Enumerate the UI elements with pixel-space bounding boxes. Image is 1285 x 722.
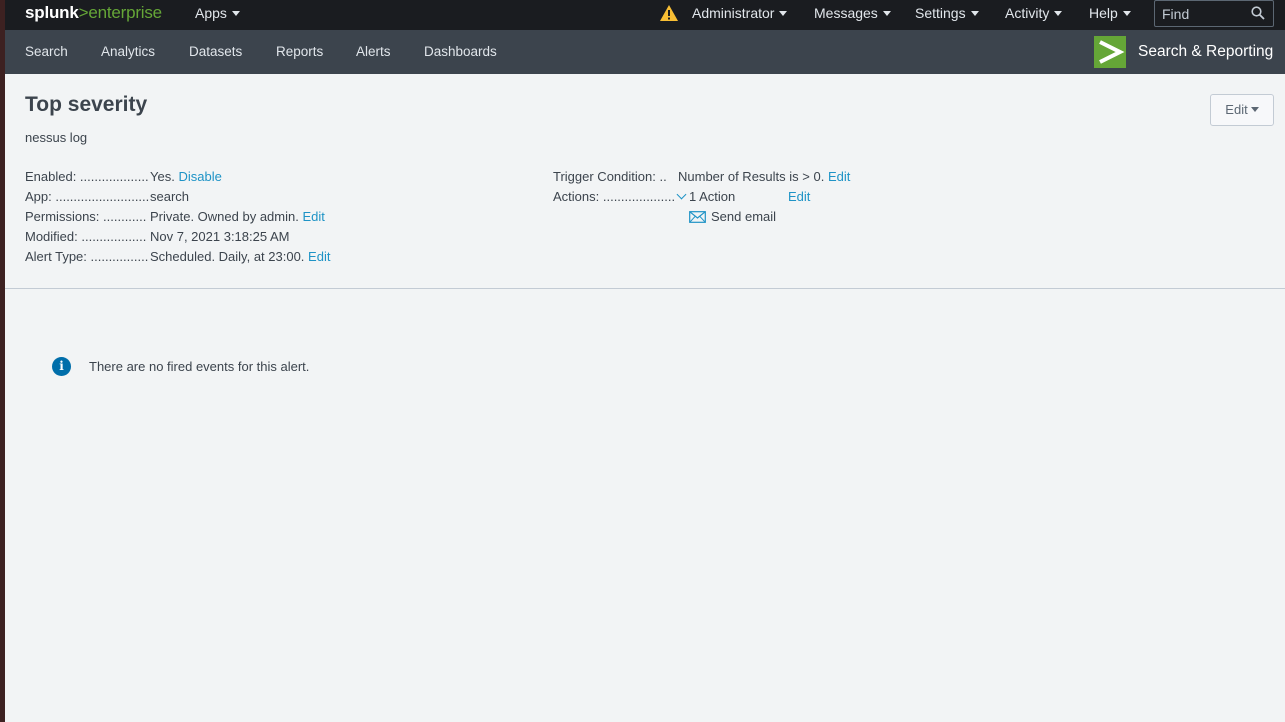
- caret-down-icon: [1054, 10, 1063, 16]
- app-title[interactable]: Search & Reporting: [1138, 43, 1273, 61]
- detail-alert-type: Alert Type: ................ Scheduled. …: [25, 248, 525, 266]
- activity-menu[interactable]: Activity: [1005, 5, 1063, 21]
- disable-link[interactable]: Disable: [178, 169, 221, 184]
- apps-menu-label: Apps: [195, 5, 227, 21]
- modified-label: Modified: ..................: [25, 229, 147, 244]
- logo-brand: splunk: [25, 3, 79, 22]
- user-menu-label: Administrator: [692, 5, 775, 21]
- page-description: nessus log: [25, 130, 88, 145]
- settings-menu-label: Settings: [915, 5, 966, 21]
- help-menu[interactable]: Help: [1089, 5, 1131, 21]
- enabled-value-text: Yes.: [150, 169, 175, 184]
- trigger-edit-link[interactable]: Edit: [828, 169, 850, 184]
- window-edge: [0, 0, 5, 722]
- messages-menu-label: Messages: [814, 5, 878, 21]
- info-icon: i: [52, 357, 71, 376]
- alert-type-label: Alert Type: ................: [25, 249, 149, 264]
- edit-button-label: Edit: [1225, 102, 1248, 117]
- permissions-value: Private. Owned by admin. Edit: [150, 208, 325, 226]
- global-header: splunk>enterprise Apps Administrator Mes…: [0, 0, 1285, 30]
- find-input[interactable]: [1162, 5, 1247, 23]
- find-search-box: [1154, 0, 1274, 27]
- caret-down-icon: [1250, 107, 1259, 113]
- activity-menu-label: Activity: [1005, 5, 1050, 21]
- user-menu[interactable]: Administrator: [692, 5, 788, 21]
- detail-app: App: .......................... search: [25, 188, 525, 206]
- enabled-label: Enabled: ...................: [25, 169, 149, 184]
- warning-triangle-icon[interactable]: [659, 4, 679, 22]
- caret-down-icon: [231, 10, 240, 16]
- permissions-edit-link[interactable]: Edit: [302, 209, 324, 224]
- action-send-email: Send email: [689, 208, 889, 226]
- detail-enabled: Enabled: ................... Yes. Disabl…: [25, 168, 525, 186]
- caret-down-icon: [1122, 10, 1131, 16]
- trigger-label: Trigger Condition: ..: [553, 169, 667, 184]
- app-nav-search[interactable]: Search: [25, 44, 68, 59]
- trigger-value: Number of Results is > 0. Edit: [678, 168, 850, 186]
- messages-menu[interactable]: Messages: [814, 5, 891, 21]
- detail-permissions: Permissions: ............ Private. Owned…: [25, 208, 525, 226]
- detail-modified: Modified: .................. Nov 7, 2021…: [25, 228, 525, 246]
- permissions-value-text: Private. Owned by admin.: [150, 209, 299, 224]
- modified-value: Nov 7, 2021 3:18:25 AM: [150, 229, 290, 244]
- alert-type-edit-link[interactable]: Edit: [308, 249, 330, 264]
- detail-trigger-condition: Trigger Condition: .. Number of Results …: [553, 168, 1053, 186]
- app-label: App: ..........................: [25, 189, 150, 204]
- caret-down-icon: [779, 10, 788, 16]
- no-fired-events-message: There are no fired events for this alert…: [89, 359, 310, 374]
- app-nav-alerts[interactable]: Alerts: [356, 44, 391, 59]
- actions-value: 1 Action: [689, 189, 736, 204]
- caret-down-icon: [970, 10, 979, 16]
- apps-menu[interactable]: Apps: [195, 5, 240, 21]
- help-menu-label: Help: [1089, 5, 1118, 21]
- app-bar: Search Analytics Datasets Reports Alerts…: [0, 30, 1285, 74]
- app-nav-analytics[interactable]: Analytics: [101, 44, 155, 59]
- send-email-label: Send email: [711, 209, 777, 224]
- app-nav-dashboards[interactable]: Dashboards: [424, 44, 497, 59]
- edit-button[interactable]: Edit: [1210, 94, 1274, 126]
- enabled-value: Yes. Disable: [150, 168, 222, 186]
- settings-menu[interactable]: Settings: [915, 5, 979, 21]
- app-nav-reports[interactable]: Reports: [276, 44, 323, 59]
- section-divider: [5, 288, 1285, 289]
- actions-toggle[interactable]: 1 Action: [676, 188, 736, 206]
- app-logo-icon[interactable]: [1094, 36, 1126, 68]
- permissions-label: Permissions: ............: [25, 209, 147, 224]
- chevron-down-icon: [676, 189, 687, 200]
- envelope-icon: [689, 211, 706, 223]
- app-nav-datasets[interactable]: Datasets: [189, 44, 242, 59]
- caret-down-icon: [882, 10, 891, 16]
- splunk-logo[interactable]: splunk>enterprise: [25, 3, 162, 23]
- page-title: Top severity: [25, 93, 148, 116]
- detail-actions: Actions: .................... 1 Action E…: [553, 188, 1053, 206]
- search-icon[interactable]: [1251, 6, 1265, 20]
- trigger-value-text: Number of Results is > 0.: [678, 169, 825, 184]
- alert-type-value-text: Scheduled. Daily, at 23:00.: [150, 249, 305, 264]
- actions-edit-link[interactable]: Edit: [788, 188, 810, 206]
- actions-label: Actions: ....................: [553, 189, 676, 204]
- logo-separator: >: [78, 3, 89, 22]
- alert-type-value: Scheduled. Daily, at 23:00. Edit: [150, 248, 330, 266]
- logo-product: enterprise: [88, 3, 162, 22]
- app-value: search: [150, 189, 190, 204]
